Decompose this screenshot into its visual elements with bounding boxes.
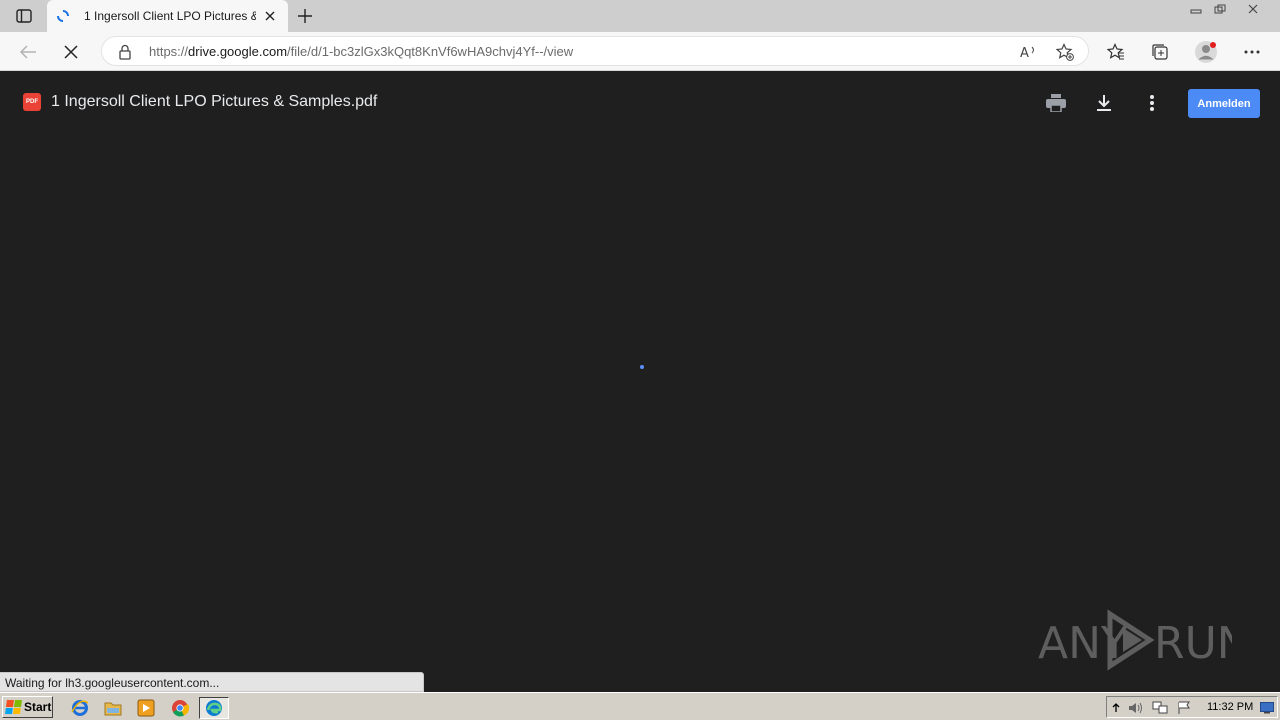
url-prefix: https:// <box>149 44 189 59</box>
anyrun-watermark: ANY RUN <box>1038 608 1250 672</box>
chrome-icon[interactable] <box>168 697 192 719</box>
close-window-icon[interactable] <box>1240 1 1266 17</box>
stop-loading-icon[interactable] <box>57 38 85 66</box>
print-icon[interactable] <box>1044 91 1068 115</box>
windows-logo-icon <box>5 700 22 714</box>
internet-explorer-icon[interactable] <box>68 697 92 719</box>
windows-taskbar: Start 11:32 PM <box>0 692 1280 720</box>
url-path: /file/d/1-bc3zlGx3kQqt8KnVf6wHA9chvj4Yf-… <box>287 44 574 59</box>
browser-toolbar: https://drive.google.com/file/d/1-bc3zlG… <box>0 32 1280 71</box>
back-arrow-icon[interactable] <box>14 38 42 66</box>
loading-favicon-icon <box>56 9 70 23</box>
browser-tab-bar: 1 Ingersoll Client LPO Pictures & Sample… <box>0 0 1280 32</box>
start-button[interactable]: Start <box>2 696 53 718</box>
new-tab-icon[interactable] <box>294 5 316 27</box>
clock[interactable]: 11:32 PM <box>1207 701 1253 713</box>
url-host: drive.google.com <box>188 44 288 59</box>
read-aloud-icon[interactable]: A <box>1019 42 1039 62</box>
start-label: Start <box>24 700 52 714</box>
show-hidden-icons-icon[interactable] <box>1108 700 1124 716</box>
address-bar[interactable]: https://drive.google.com/file/d/1-bc3zlG… <box>101 36 1089 66</box>
profile-avatar-icon[interactable] <box>1192 38 1220 66</box>
tab-title: 1 Ingersoll Client LPO Pictures & Sample… <box>84 9 256 23</box>
network-icon[interactable] <box>1152 700 1168 716</box>
show-desktop-icon[interactable] <box>1259 700 1275 716</box>
active-tab[interactable]: 1 Ingersoll Client LPO Pictures & Sample… <box>47 0 288 32</box>
favorites-icon[interactable] <box>1102 38 1130 66</box>
system-tray: 11:32 PM <box>1106 696 1278 718</box>
download-icon[interactable] <box>1092 91 1116 115</box>
watermark-text-right: RUN <box>1154 618 1232 669</box>
svg-text:A: A <box>1020 46 1029 60</box>
volume-icon[interactable] <box>1128 700 1144 716</box>
status-text: Waiting for lh3.googleusercontent.com... <box>0 672 424 692</box>
tab-close-icon[interactable] <box>262 8 278 24</box>
more-options-icon[interactable] <box>1238 38 1266 66</box>
tab-actions-icon[interactable] <box>10 6 38 26</box>
restore-window-icon[interactable] <box>1207 1 1233 17</box>
loading-spinner <box>640 365 644 369</box>
viewer-header: PDF 1 Ingersoll Client LPO Pictures & Sa… <box>0 72 1280 134</box>
collections-icon[interactable] <box>1146 38 1174 66</box>
more-actions-icon[interactable] <box>1140 91 1164 115</box>
sign-in-button[interactable]: Anmelden <box>1188 89 1260 118</box>
lock-icon[interactable] <box>118 44 134 60</box>
address-url[interactable]: https://drive.google.com/file/d/1-bc3zlG… <box>149 44 573 59</box>
add-favorite-icon[interactable] <box>1055 42 1075 62</box>
file-explorer-icon[interactable] <box>101 697 125 719</box>
minimize-window-icon[interactable] <box>1183 1 1209 17</box>
action-center-flag-icon[interactable] <box>1176 700 1192 716</box>
pdf-file-icon: PDF <box>23 93 41 111</box>
document-title: 1 Ingersoll Client LPO Pictures & Sample… <box>51 93 378 110</box>
edge-icon[interactable] <box>199 697 229 719</box>
media-player-icon[interactable] <box>134 697 158 719</box>
